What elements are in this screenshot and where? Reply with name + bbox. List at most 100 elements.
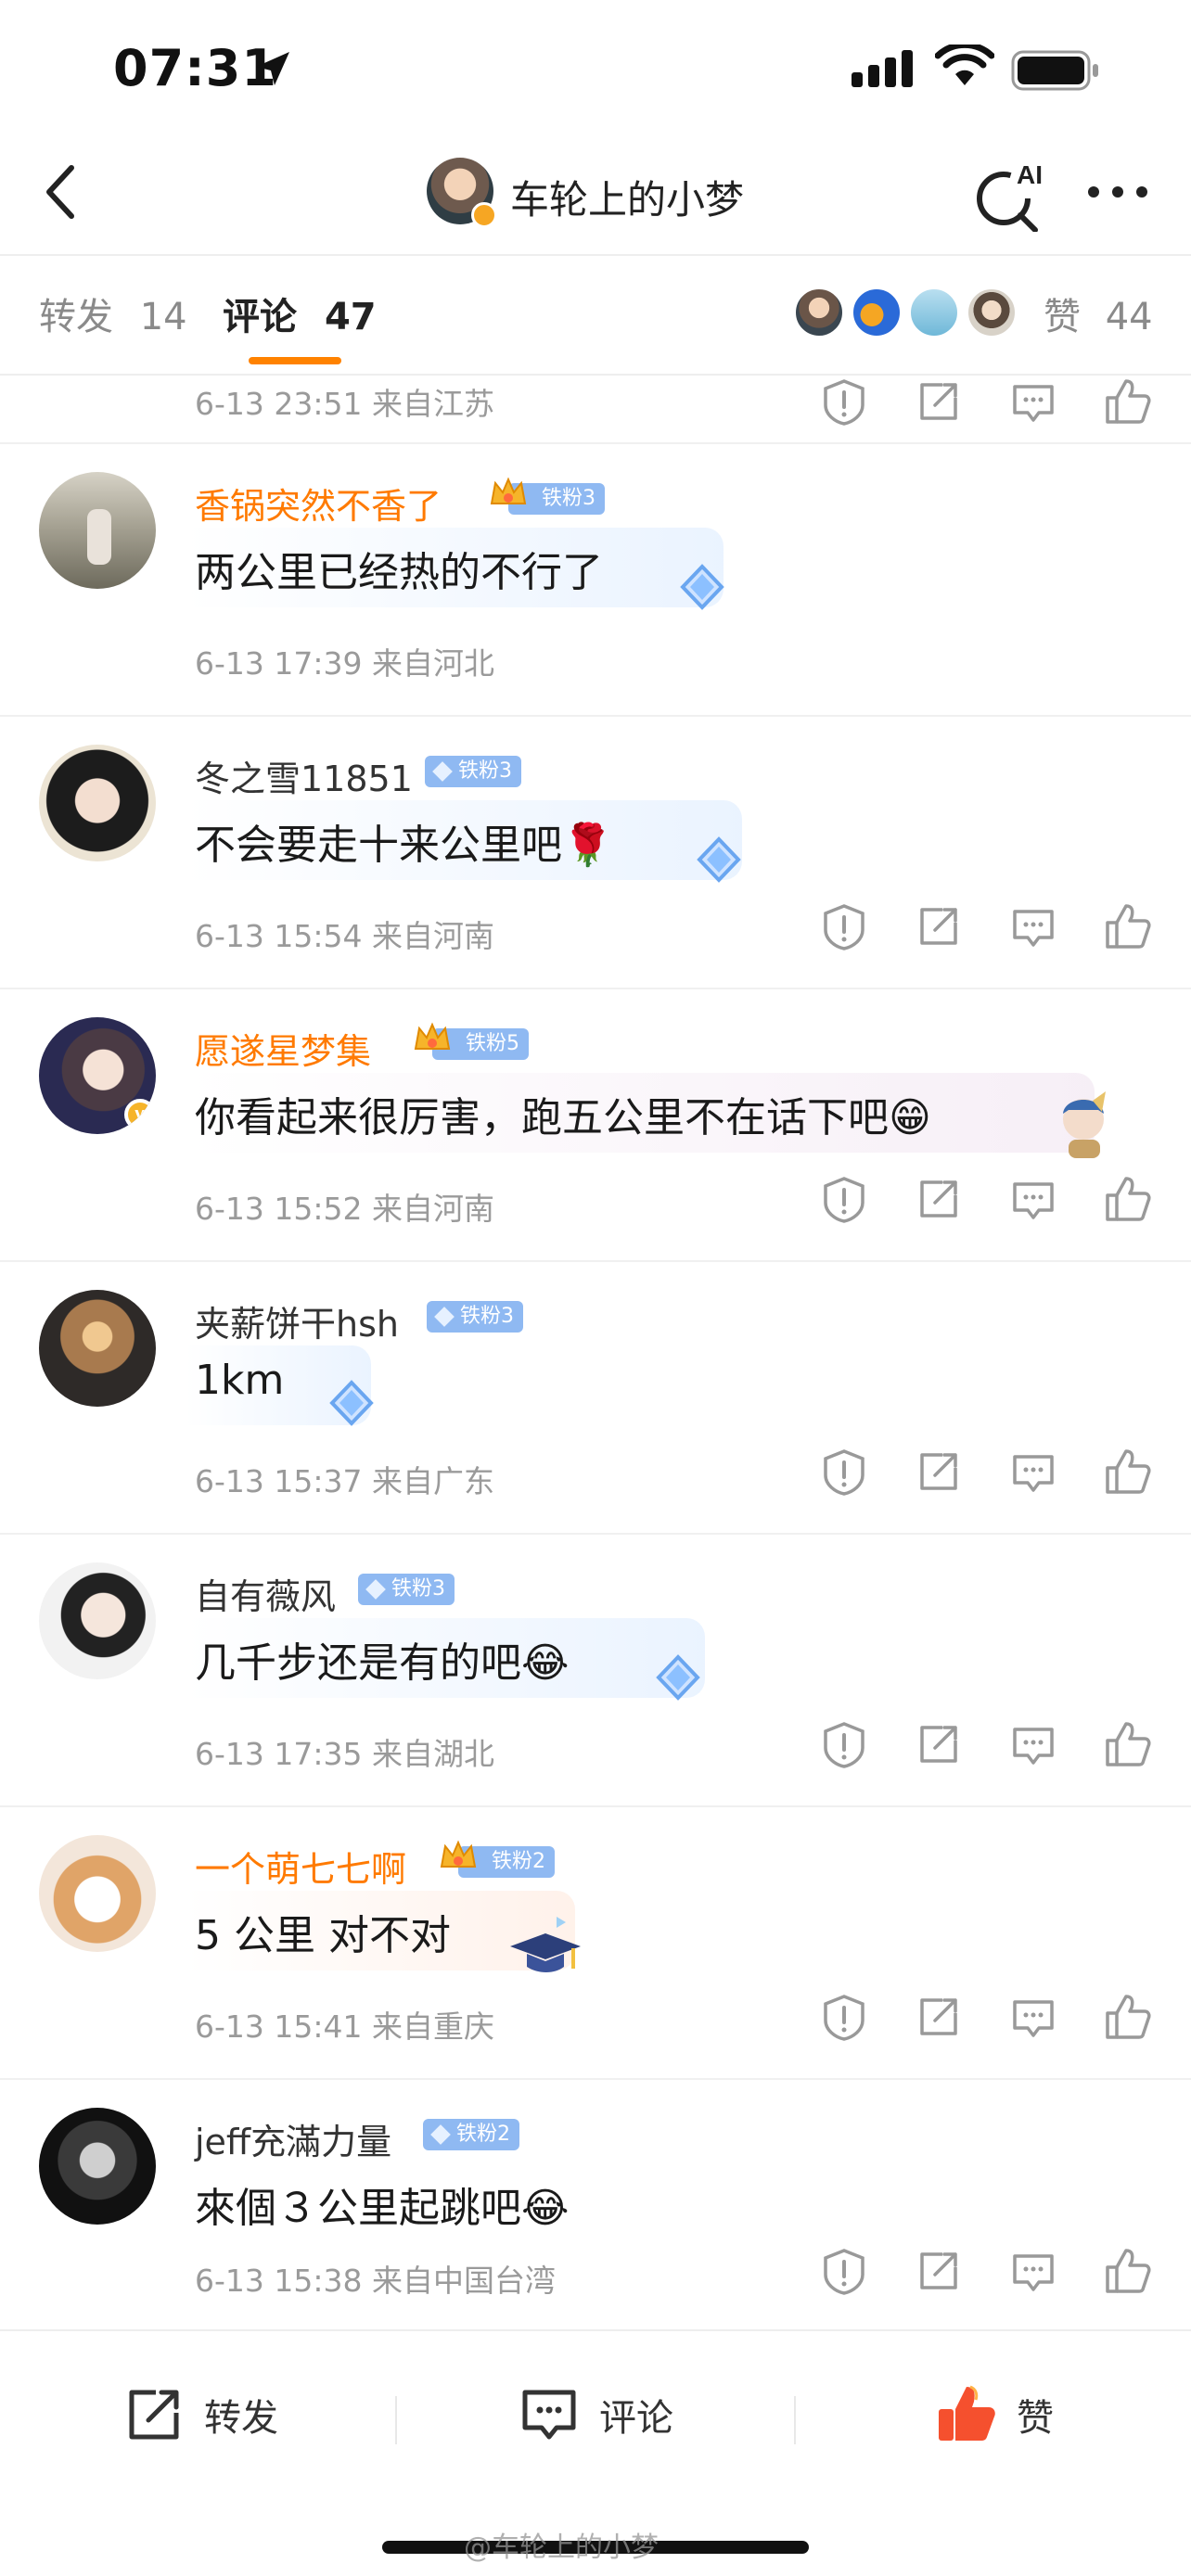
comment-text[interactable]: 你看起来很厉害，跑五公里不在话下吧😁 <box>195 1084 931 1143</box>
thumbs-up-icon[interactable] <box>1100 899 1156 954</box>
report-icon[interactable] <box>816 1171 872 1227</box>
share-icon[interactable] <box>911 1716 967 1772</box>
comment-text[interactable]: 不会要走十来公里吧🌹 <box>195 811 613 871</box>
comment-item[interactable]: 一个萌七七啊 铁粉2 5 公里 对不对 6-13 15:41 来自重庆 <box>0 1805 1191 2078</box>
reply-icon[interactable] <box>1005 2243 1061 2299</box>
cellular-signal-icon <box>852 50 913 87</box>
repost-label: 转发 <box>204 2397 278 2440</box>
tab-like[interactable]: 赞 44 <box>1044 287 1153 340</box>
comment-text[interactable]: 几千步还是有的吧😂 <box>195 1629 569 1689</box>
fan-badge-label: 铁粉3 <box>458 759 512 783</box>
share-icon[interactable] <box>911 374 967 429</box>
comment-item[interactable]: jeff充滿力量 铁粉2 來個３公里起跳吧😂 6-13 15:38 来自中国台湾 <box>0 2078 1191 2329</box>
commenter-avatar[interactable] <box>39 1290 156 1407</box>
fan-badge[interactable]: 铁粉3 <box>427 1301 523 1333</box>
reply-icon[interactable] <box>1005 1171 1061 1227</box>
comment-actions <box>816 1444 1159 1499</box>
commenter-name[interactable]: 自有薇风 <box>195 1568 336 1619</box>
gem-icon <box>430 2124 451 2145</box>
svg-text:AI: AI <box>1017 160 1043 189</box>
comment-item[interactable]: v 愿遂星梦集 铁粉5 你看起来很厉害，跑五公里不在话下吧😁 6-13 15:5… <box>0 988 1191 1260</box>
fan-badge-label: 铁粉3 <box>542 487 596 510</box>
reply-icon[interactable] <box>1005 374 1061 429</box>
reply-icon[interactable] <box>1005 899 1061 954</box>
repost-button[interactable]: 转发 <box>121 2378 278 2452</box>
tab-comment[interactable]: 评论 47 <box>223 287 377 340</box>
author-avatar[interactable] <box>427 158 497 228</box>
thumbs-up-icon[interactable] <box>1100 374 1156 429</box>
ai-search-icon: AI <box>977 160 1043 233</box>
fan-badge[interactable]: 铁粉2 <box>440 1840 555 1878</box>
commenter-name[interactable]: 冬之雪11851 <box>195 750 413 801</box>
share-icon[interactable] <box>911 2243 967 2299</box>
comment-label: 评论 <box>599 2397 673 2440</box>
commenter-avatar[interactable] <box>39 1562 156 1679</box>
comment-icon <box>522 2390 576 2440</box>
reply-icon[interactable] <box>1005 1716 1061 1772</box>
ai-search-button[interactable]: AI <box>974 158 1048 233</box>
commenter-avatar[interactable]: v <box>39 1017 156 1134</box>
more-options-icon[interactable] <box>1085 176 1150 208</box>
fan-badge-label: 铁粉3 <box>460 1305 514 1328</box>
commenter-avatar[interactable] <box>39 1835 156 1952</box>
comment-item[interactable]: 夹薪饼干hsh 铁粉3 1km 6-13 15:37 来自广东 <box>0 1260 1191 1533</box>
gem-icon <box>432 761 453 782</box>
liker-avatar <box>851 287 903 338</box>
share-icon[interactable] <box>911 1444 967 1499</box>
fan-badge[interactable]: 铁粉2 <box>423 2119 519 2150</box>
separator <box>794 2396 796 2444</box>
thumbs-up-icon[interactable] <box>1100 1444 1156 1499</box>
status-bar: 07:31 <box>0 0 1191 139</box>
tab-repost[interactable]: 转发 14 <box>39 287 187 340</box>
liker-avatar <box>908 287 960 338</box>
commenter-name[interactable]: 愿遂星梦集 <box>195 1023 371 1074</box>
repost-icon <box>129 2390 179 2440</box>
share-icon[interactable] <box>911 1989 967 2045</box>
comment-item[interactable]: 冬之雪11851 铁粉3 不会要走十来公里吧🌹 6-13 15:54 来自河南 <box>0 715 1191 988</box>
share-icon[interactable] <box>911 1171 967 1227</box>
tab-like-count: 44 <box>1105 296 1153 338</box>
comment-text[interactable]: 來個３公里起跳吧😂 <box>195 2174 569 2234</box>
thumbs-up-icon[interactable] <box>1100 2243 1156 2299</box>
comment-actions <box>816 1716 1159 1772</box>
comment-text[interactable]: 两公里已经热的不行了 <box>195 539 603 598</box>
comment-item-partial[interactable]: 6-13 23:51 来自江苏 <box>0 374 1191 442</box>
like-button[interactable]: 赞 <box>933 2378 1054 2452</box>
fan-badge[interactable]: 铁粉3 <box>490 477 605 515</box>
reply-icon[interactable] <box>1005 1444 1061 1499</box>
tab-repost-count: 14 <box>139 296 187 338</box>
thumbs-up-icon[interactable] <box>1100 1171 1156 1227</box>
commenter-name[interactable]: 一个萌七七啊 <box>195 1841 406 1892</box>
share-icon[interactable] <box>911 899 967 954</box>
commenter-name[interactable]: 夹薪饼干hsh <box>195 1295 399 1346</box>
thumbs-up-icon[interactable] <box>1100 1989 1156 2045</box>
comment-item[interactable]: 自有薇风 铁粉3 几千步还是有的吧😂 6-13 17:35 来自湖北 <box>0 1533 1191 1805</box>
report-icon[interactable] <box>816 2243 872 2299</box>
reply-icon[interactable] <box>1005 1989 1061 2045</box>
fan-badge[interactable]: 铁粉3 <box>425 756 521 787</box>
page-title[interactable]: 车轮上的小梦 <box>510 169 744 225</box>
commenter-avatar[interactable] <box>39 2108 156 2225</box>
report-icon[interactable] <box>816 1444 872 1499</box>
commenter-name[interactable]: 香锅突然不香了 <box>195 478 442 529</box>
fan-badge[interactable]: 铁粉3 <box>358 1574 455 1605</box>
thumbs-up-icon[interactable] <box>1100 1716 1156 1772</box>
report-icon[interactable] <box>816 899 872 954</box>
report-icon[interactable] <box>816 1716 872 1772</box>
commenter-name[interactable]: jeff充滿力量 <box>195 2113 391 2164</box>
commenter-avatar[interactable] <box>39 472 156 589</box>
comment-item[interactable]: 香锅突然不香了 铁粉3 两公里已经热的不行了 6-13 17:39 来自河北 <box>0 442 1191 715</box>
battery-icon <box>1011 50 1098 91</box>
comment-button[interactable]: 评论 <box>516 2378 673 2452</box>
comment-text[interactable]: 1km <box>195 1357 284 1404</box>
report-icon[interactable] <box>816 374 872 429</box>
comment-actions <box>816 1171 1159 1227</box>
comment-text[interactable]: 5 公里 对不对 <box>195 1902 451 1961</box>
back-button[interactable] <box>28 159 93 224</box>
chevron-left-icon <box>46 165 74 219</box>
commenter-avatar[interactable] <box>39 745 156 861</box>
nav-bar: 车轮上的小梦 AI <box>0 139 1191 255</box>
liker-avatar <box>966 287 1018 338</box>
report-icon[interactable] <box>816 1989 872 2045</box>
fan-badge[interactable]: 铁粉5 <box>414 1022 529 1060</box>
